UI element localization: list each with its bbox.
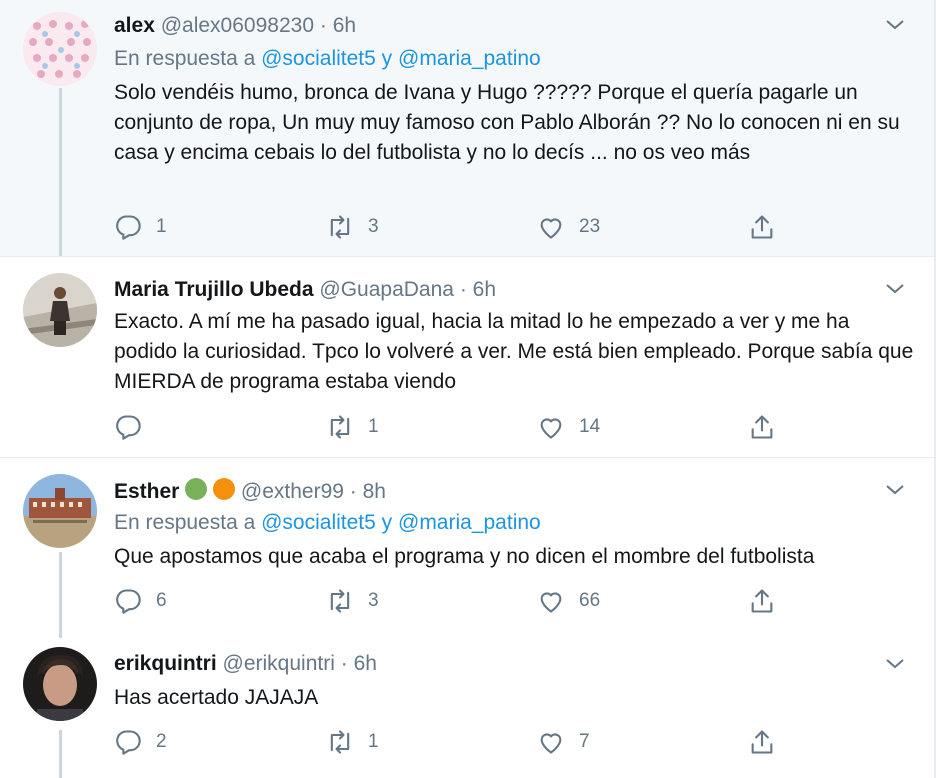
retweet-count: 1 [368,731,379,752]
author-handle[interactable]: @exther99 [241,480,344,503]
avatar[interactable] [23,12,97,86]
replying-to: En respuesta a @socialitet5 y @maria_pat… [114,510,541,536]
tweet[interactable]: Esther @exther99 · 8h En respuesta a @so… [0,458,934,638]
reply-button[interactable]: 2 [114,727,167,757]
reply-icon [116,215,141,240]
replying-prefix: En respuesta a [114,511,256,534]
thread-line [59,730,62,778]
share-icon [751,730,773,754]
replying-to: En respuesta a @socialitet5 y @maria_pat… [114,46,541,72]
retweet-button[interactable]: 1 [326,412,379,442]
tweet-header: alex @alex06098230 · 6h [114,13,356,39]
share-icon [751,589,773,613]
author-handle[interactable]: @erikquintri [223,652,335,675]
author-name[interactable]: Maria Trujillo Ubeda [114,278,314,301]
timestamp[interactable]: 6h [354,652,377,675]
retweet-count: 3 [368,590,379,611]
like-icon [540,418,562,439]
chevron-down-icon[interactable] [884,653,906,675]
chevron-down-icon[interactable] [884,479,906,501]
orange-heart-emoji [213,478,236,500]
like-count: 7 [579,731,590,752]
tweet-header: erikquintri @erikquintri · 6h [114,651,377,677]
thread-line [59,552,62,638]
reply-icon [116,730,141,755]
reply-button[interactable]: 6 [114,586,167,616]
reply-count: 6 [156,590,167,611]
tweet-header: Esther @exther99 · 8h [114,478,386,505]
timestamp[interactable]: 8h [363,480,386,503]
mention-joiner: y [381,511,393,534]
author-name[interactable]: alex [114,14,155,37]
retweet-count: 1 [368,416,379,437]
retweet-icon [330,415,350,439]
green-heart-emoji [185,478,208,500]
mention-joiner: y [381,47,393,70]
tweet[interactable]: Maria Trujillo Ubeda @GuapaDana · 6h Exa… [0,257,934,456]
mention-link[interactable]: @maria_patino [398,47,541,70]
reply-button[interactable] [114,412,156,442]
tweet[interactable]: alex @alex06098230 · 6h En respuesta a @… [0,0,934,256]
share-button[interactable] [748,727,790,757]
mention-link[interactable]: @maria_patino [398,511,541,534]
avatar[interactable] [23,273,97,347]
tweet[interactable]: erikquintri @erikquintri · 6h Has acerta… [0,638,934,778]
like-count: 14 [579,416,601,437]
author-handle[interactable]: @alex06098230 [161,14,314,37]
author-name[interactable]: erikquintri [114,652,217,675]
like-button[interactable]: 66 [537,586,600,616]
mention-link[interactable]: @socialitet5 [261,47,376,70]
like-icon [540,733,562,754]
share-button[interactable] [748,586,790,616]
share-button[interactable] [748,412,790,442]
share-icon [751,215,773,239]
author-handle[interactable]: @GuapaDana [319,278,454,301]
separator-dot: · [459,278,467,301]
reply-count: 1 [156,216,167,237]
mention-link[interactable]: @socialitet5 [261,511,376,534]
chevron-down-icon[interactable] [884,278,906,300]
like-button[interactable]: 23 [537,212,600,242]
reply-count: 2 [156,731,167,752]
retweet-count: 3 [368,216,379,237]
like-count: 23 [579,216,601,237]
like-button[interactable]: 14 [537,412,600,442]
retweet-button[interactable]: 3 [326,212,379,242]
avatar[interactable] [23,647,97,721]
author-name[interactable]: Esther [114,480,179,503]
timestamp[interactable]: 6h [473,278,496,301]
separator-dot: · [340,652,348,675]
replying-prefix: En respuesta a [114,47,256,70]
tweet-text: Que apostamos que acaba el programa y no… [114,545,815,568]
reply-icon [116,415,141,440]
retweet-icon [330,730,350,754]
like-count: 66 [579,590,601,611]
separator-dot: · [319,14,327,37]
separator-dot: · [349,480,357,503]
chevron-down-icon[interactable] [884,14,906,36]
reply-button[interactable]: 1 [114,212,167,242]
retweet-icon [330,589,350,613]
tweet-text: Has acertado JAJAJA [114,686,319,709]
avatar[interactable] [23,474,97,548]
tweet-header: Maria Trujillo Ubeda @GuapaDana · 6h [114,277,496,303]
like-icon [540,218,562,239]
share-button[interactable] [748,212,790,242]
retweet-button[interactable]: 3 [326,586,379,616]
tweet-text: Exacto. A mí me ha pasado igual, hacia l… [114,310,914,393]
retweet-icon [330,215,350,239]
share-icon [751,415,773,439]
timestamp[interactable]: 6h [333,14,356,37]
thread-line [59,88,62,256]
reply-icon [116,589,141,614]
retweet-button[interactable]: 1 [326,727,379,757]
like-button[interactable]: 7 [537,727,590,757]
like-icon [540,592,562,613]
tweet-text: Solo vendéis humo, bronca de Ivana y Hug… [114,81,900,164]
